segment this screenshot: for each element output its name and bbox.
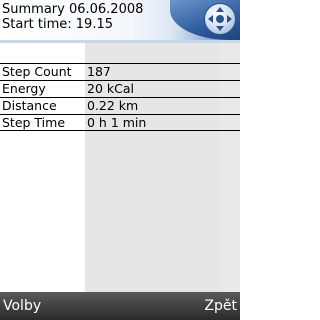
stat-value: 0 h 1 min [87, 115, 147, 130]
summary-title: Summary 06.06.2008 [2, 2, 144, 17]
stat-label: Distance [2, 98, 57, 113]
status-header: Summary 06.06.2008 Start time: 19.15 [0, 0, 240, 40]
stat-label: Energy [2, 81, 46, 96]
stat-row-distance[interactable]: Distance 0.22 km [0, 97, 240, 114]
stat-row-step-time[interactable]: Step Time 0 h 1 min [0, 114, 240, 131]
softkey-bar: Volby Zpět [0, 292, 240, 320]
stat-value: 187 [87, 64, 111, 79]
options-softkey[interactable]: Volby [3, 298, 41, 314]
back-softkey[interactable]: Zpět [204, 298, 237, 314]
stat-row-step-count[interactable]: Step Count 187 [0, 63, 240, 80]
stat-label: Step Time [2, 115, 66, 130]
stat-label: Step Count [2, 64, 72, 79]
stat-row-energy[interactable]: Energy 20 kCal [0, 80, 240, 97]
stat-value: 20 kCal [87, 81, 134, 96]
table-bottom-divider [0, 130, 240, 131]
start-time: Start time: 19.15 [2, 17, 113, 32]
summary-content: Step Count 187 Energy 20 kCal Distance 0… [0, 43, 240, 292]
navigation-pad-icon[interactable] [204, 3, 236, 35]
stat-value: 0.22 km [87, 98, 139, 113]
